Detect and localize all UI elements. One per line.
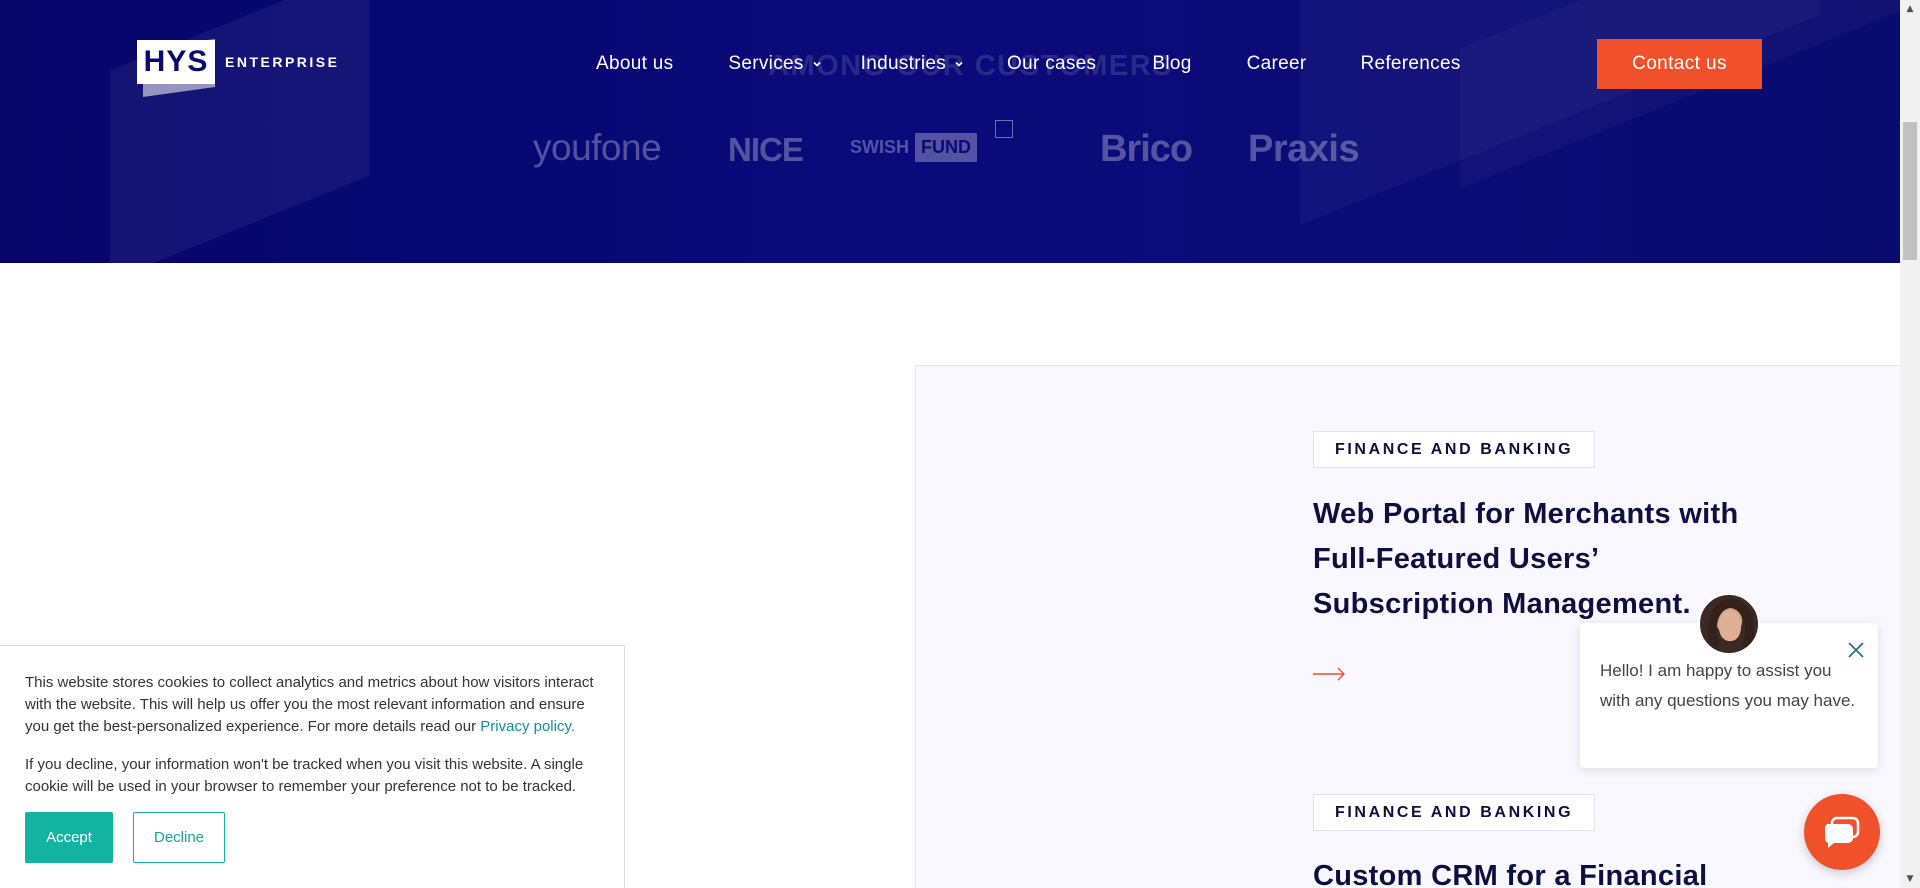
customer-logo-fund-text: FUND <box>915 133 978 162</box>
nav-services[interactable]: Services <box>728 53 821 75</box>
nav-label: About us <box>596 53 674 74</box>
site-logo[interactable]: HYS ENTERPRISE <box>137 34 340 98</box>
case-industry-tag: FINANCE AND BANKING <box>1313 794 1596 831</box>
decline-cookies-button[interactable]: Decline <box>133 812 225 863</box>
chat-icon <box>1824 816 1860 848</box>
contact-us-button[interactable]: Contact us <box>1597 39 1762 89</box>
scroll-up-icon[interactable]: ▲ <box>1900 0 1920 18</box>
avatar-hair <box>1708 599 1754 653</box>
nav-label: Services <box>728 53 804 74</box>
cookie-banner: This website stores cookies to collect a… <box>0 645 625 888</box>
chevron-down-icon <box>955 61 963 67</box>
nav-label: Career <box>1246 53 1307 74</box>
nav-label: Our cases <box>1007 53 1097 74</box>
customer-logo-youfone: youfone <box>533 127 662 168</box>
case-industry-tag: FINANCE AND BANKING <box>1313 431 1596 468</box>
nav-our-cases[interactable]: Our cases <box>1007 53 1096 75</box>
main-nav: About us Services Industries Our cases B… <box>596 40 1461 88</box>
nav-about-us[interactable]: About us <box>596 53 673 75</box>
page-scrollbar[interactable]: ▲ ▼ <box>1900 0 1920 888</box>
scroll-down-icon[interactable]: ▼ <box>1900 870 1920 888</box>
cookie-decline-info: If you decline, your information won't b… <box>25 756 584 795</box>
customer-logo-brico: Brico <box>1100 128 1193 170</box>
decorative-shape <box>1460 0 1900 189</box>
nav-blog[interactable]: Blog <box>1152 53 1191 75</box>
logo-mark: HYS <box>137 34 215 98</box>
logo-wordmark: ENTERPRISE <box>225 54 340 70</box>
nav-label: References <box>1360 53 1461 74</box>
nav-career[interactable]: Career <box>1247 53 1307 75</box>
chevron-down-icon <box>813 61 821 67</box>
nav-industries[interactable]: Industries <box>861 53 963 75</box>
customer-logo-nice: NICE <box>728 131 804 168</box>
scrollbar-thumb[interactable] <box>1903 122 1917 260</box>
arrow-right-icon[interactable] <box>1312 667 1346 681</box>
customer-logo-praxis: Praxis <box>1248 128 1360 170</box>
customer-logo-swishfund: SWISH FUND <box>850 133 978 162</box>
agent-avatar <box>1698 593 1760 655</box>
cookie-text: This website stores cookies to collect a… <box>25 672 610 738</box>
customer-logo-swish-text: SWISH <box>850 137 910 157</box>
privacy-policy-link[interactable]: Privacy policy. <box>480 718 575 735</box>
nav-label: Blog <box>1152 53 1192 74</box>
nav-references[interactable]: References <box>1360 53 1460 75</box>
case-title[interactable]: Custom CRM for a Financial <box>1313 854 1783 888</box>
chat-launcher-button[interactable] <box>1804 794 1880 870</box>
broken-image-icon <box>995 120 1013 138</box>
accept-cookies-button[interactable]: Accept <box>25 812 113 863</box>
logo-mark-text: HYS <box>137 40 215 84</box>
chat-greeting-text: Hello! I am happy to assist you with any… <box>1600 661 1856 710</box>
nav-label: Industries <box>860 53 947 74</box>
